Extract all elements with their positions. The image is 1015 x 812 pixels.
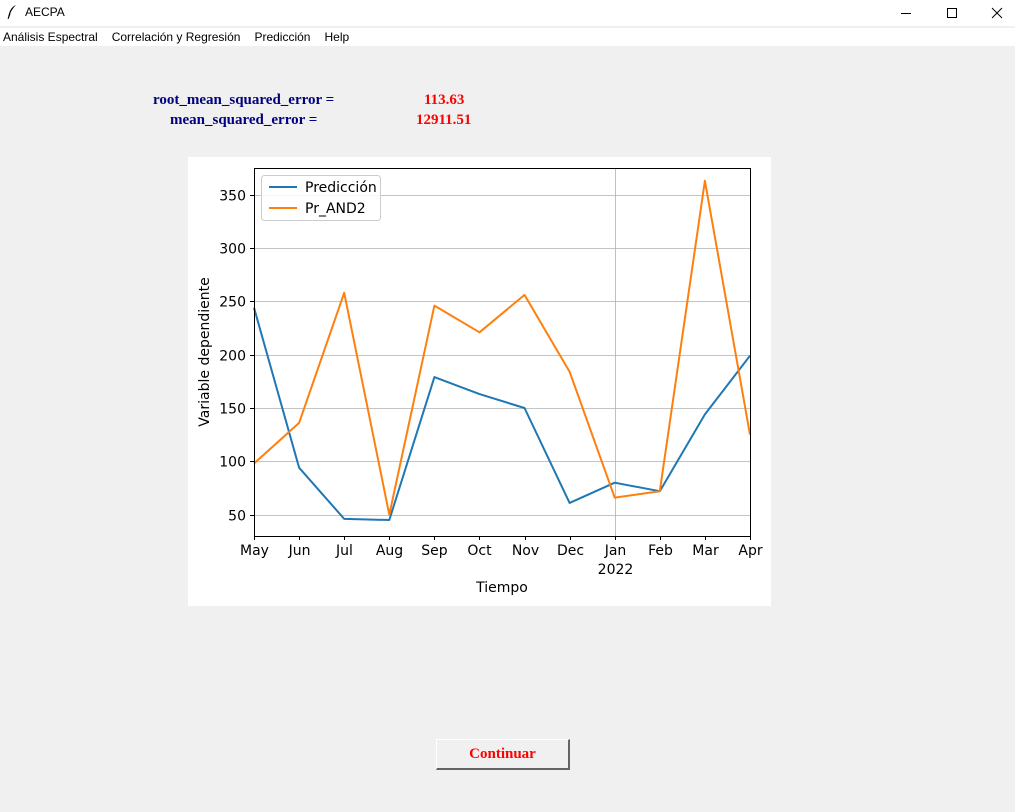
x-tick-label: Sep: [421, 543, 448, 559]
rmse-label: root_mean_squared_error =: [153, 92, 335, 108]
x-tick-label: Apr: [738, 543, 762, 559]
y-tick-label: 300: [219, 242, 246, 258]
minimize-icon: [901, 13, 911, 14]
x-tick-label: Mar: [692, 543, 719, 559]
menu-correlacion-regresion[interactable]: Correlación y Regresión: [105, 28, 248, 46]
menu-help[interactable]: Help: [317, 28, 356, 46]
x-tick-label: Jan: [604, 543, 627, 559]
continue-button[interactable]: Continuar: [436, 739, 570, 770]
lines-layer: [253, 179, 751, 521]
rmse-value: 113.63: [424, 92, 465, 108]
x-tick-label: Jun: [288, 543, 311, 559]
y-tick-label: 100: [219, 455, 246, 471]
x-tick-label: Nov: [512, 543, 539, 559]
mse-label: mean_squared_error =: [170, 112, 318, 128]
menu-bar: Análisis Espectral Correlación y Regresi…: [0, 28, 1015, 46]
feather-icon: [7, 5, 16, 20]
x-tick-label: Feb: [648, 543, 673, 559]
grid-layer: [254, 168, 750, 536]
line-chart: 50 100 150 200 250 300 350 May Jun Jul Aug Sep Oct No…: [197, 168, 763, 596]
plot-frame: [254, 168, 751, 537]
y-tick-label: 350: [219, 189, 246, 205]
y-tick-label: 150: [219, 402, 246, 418]
menu-analisis-espectral[interactable]: Análisis Espectral: [0, 28, 105, 46]
ticks-layer: 50 100 150 200 250 300 350 May Jun Jul Aug Sep Oct No…: [219, 189, 763, 579]
x-tick-label: Jul: [335, 543, 353, 559]
y-tick-label: 250: [219, 295, 246, 311]
menu-prediccion[interactable]: Predicción: [247, 28, 317, 46]
y-tick-label: 50: [228, 509, 246, 525]
x-tick-label: Dec: [557, 543, 584, 559]
x-year-label: 2022: [598, 562, 634, 578]
legend-label: Predicción: [305, 180, 377, 196]
close-icon: [991, 7, 1003, 19]
close-button[interactable]: [974, 0, 1015, 26]
x-tick-label: Aug: [376, 543, 403, 559]
chart-figure: 50 100 150 200 250 300 350 May Jun Jul Aug Sep Oct No…: [188, 157, 771, 606]
legend: Predicción Pr_AND2: [261, 175, 381, 221]
x-tick-label: May: [240, 543, 269, 559]
legend-label: Pr_AND2: [305, 201, 366, 217]
minimize-button[interactable]: [883, 0, 929, 26]
title-bar: AECPA: [0, 0, 1015, 26]
x-tick-label: Oct: [467, 543, 492, 559]
maximize-icon: [947, 8, 957, 18]
maximize-button[interactable]: [929, 0, 975, 26]
window-title: AECPA: [25, 5, 65, 19]
x-axis-label: Tiempo: [475, 580, 528, 596]
y-axis-label: Variable dependiente: [197, 277, 213, 426]
mse-value: 12911.51: [416, 112, 472, 128]
y-tick-label: 200: [219, 349, 246, 365]
